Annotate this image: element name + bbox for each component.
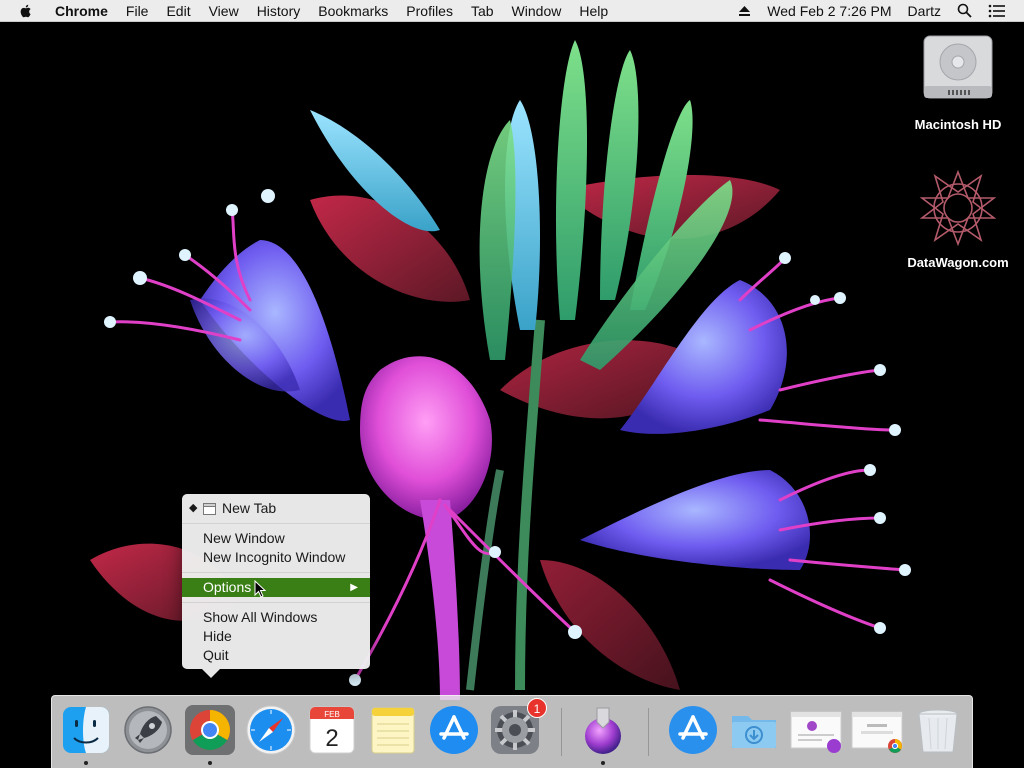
menu-clock[interactable]: Wed Feb 2 7:26 PM [759,0,899,22]
menu-item-options[interactable]: Options ▶ [182,578,370,597]
apple-icon[interactable] [18,3,34,19]
menu-user[interactable]: Dartz [900,0,949,22]
desktop-icon-label: Macintosh HD [914,117,1002,132]
safari-compass-icon [246,705,296,755]
chrome-icon [185,705,235,755]
dock-item-safari[interactable] [245,704,297,756]
dock-item-trash[interactable] [912,704,964,756]
installer-disk-icon [585,707,621,754]
menu-help[interactable]: Help [570,0,617,22]
mouse-cursor [254,580,266,598]
menu-item-label: Show All Windows [203,609,318,625]
window-thumbnail-icon [790,711,842,753]
hard-drive-icon [923,35,993,99]
dock-item-downloads[interactable] [728,704,780,756]
dock-item-calendar[interactable]: FEB 2 [306,704,358,756]
dock: FEB 2 1 [51,695,973,768]
menu-view[interactable]: View [200,0,248,22]
menu-item-new-tab[interactable]: ◆ New Tab [182,498,370,518]
app-store-icon [430,706,478,754]
finder-icon [63,707,109,753]
calendar-icon: FEB 2 [309,706,355,754]
dock-item-app-store[interactable] [428,704,480,756]
notes-icon [371,707,415,754]
dock-item-notes[interactable] [367,704,419,756]
menu-item-hide[interactable]: Hide [182,627,370,646]
notification-center-icon[interactable] [980,4,1014,18]
menu-item-quit[interactable]: Quit [182,646,370,665]
running-indicator [208,761,212,765]
downloads-folder-icon [732,716,776,748]
menu-bar: Chrome File Edit View History Bookmarks … [0,0,1024,22]
dock-separator [561,708,562,756]
menu-separator [182,602,370,603]
menu-item-label: New Tab [222,500,277,516]
menu-item-label: Hide [203,628,232,644]
dock-context-menu: ◆ New Tab New Window New Incognito Windo… [182,494,370,678]
dock-separator [648,708,649,756]
window-icon [203,503,216,515]
dock-item-finder[interactable] [60,704,112,765]
notification-badge: 1 [527,698,547,718]
desktop-icon-label: DataWagon.com [907,255,1009,270]
menu-item-new-window[interactable]: New Window [182,529,370,548]
menu-item-label: New Window [203,530,285,546]
menu-item-new-incognito-window[interactable]: New Incognito Window [182,548,370,567]
menu-item-label: Quit [203,647,229,663]
trash-icon [918,709,958,753]
menu-separator [182,572,370,573]
dock-item-window-thumbnail-1[interactable] [790,704,842,756]
dock-item-system-preferences[interactable]: 1 [489,698,547,756]
calendar-month: FEB [324,710,340,719]
spotlight-search-icon[interactable] [949,3,980,18]
menu-window[interactable]: Window [503,0,571,22]
dock-item-chrome[interactable] [184,704,236,765]
desktop-wallpaper [0,0,1024,768]
chrome-window-thumbnail-icon [851,711,903,753]
menu-app-name[interactable]: Chrome [46,0,117,22]
desktop-icon-datawagon[interactable]: DataWagon.com [903,168,1013,270]
menu-history[interactable]: History [248,0,310,22]
running-indicator [84,761,88,765]
menu-bookmarks[interactable]: Bookmarks [309,0,397,22]
launchpad-rocket-icon [124,706,172,754]
menu-edit[interactable]: Edit [157,0,199,22]
dock-item-applications[interactable] [667,704,719,756]
menu-tab[interactable]: Tab [462,0,503,22]
checked-diamond-icon: ◆ [189,502,198,514]
desktop-icon-macintosh-hd[interactable]: Macintosh HD [903,30,1013,132]
dock-item-installer[interactable] [577,704,629,765]
calendar-day: 2 [325,725,338,752]
applications-folder-icon [669,706,717,754]
eject-icon[interactable] [730,5,759,17]
menu-separator [182,523,370,524]
menu-file[interactable]: File [117,0,158,22]
dock-item-launchpad[interactable] [122,704,174,756]
geometric-star-icon [919,169,997,247]
menu-item-show-all-windows[interactable]: Show All Windows [182,608,370,627]
running-indicator [601,761,605,765]
submenu-arrow-icon: ▶ [350,582,358,593]
dock-item-window-thumbnail-2[interactable] [851,704,903,756]
menu-profiles[interactable]: Profiles [397,0,462,22]
menu-item-label: Options [203,579,252,595]
menu-item-label: New Incognito Window [203,549,346,565]
